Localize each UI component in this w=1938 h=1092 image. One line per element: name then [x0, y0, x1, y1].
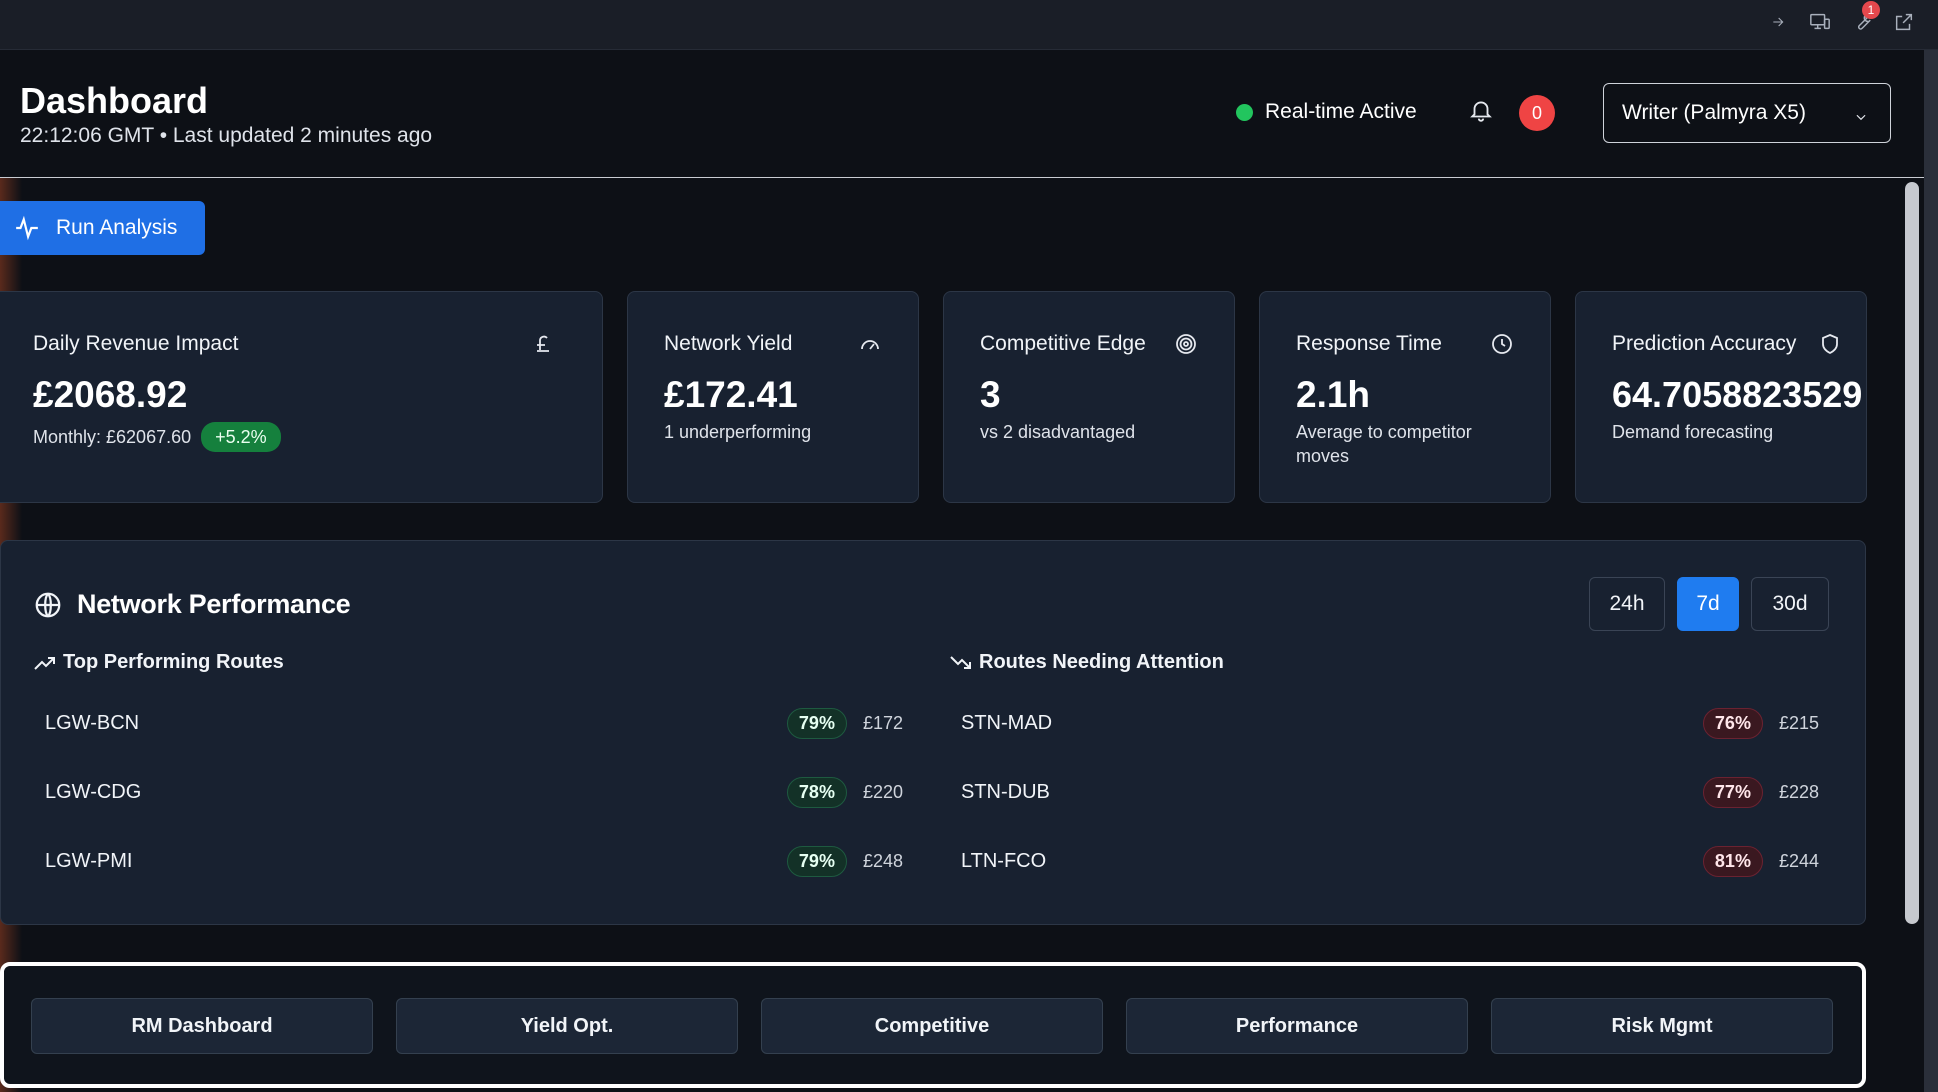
monthly-revenue-text: Monthly: £62067.60	[33, 427, 192, 447]
kpi-value: 3	[980, 374, 1001, 415]
route-code: LGW-PMI	[45, 849, 133, 872]
attention-route-row[interactable]: STN-DUB 77% £228	[949, 767, 1819, 817]
route-price: £172	[862, 712, 903, 733]
range-30d-button[interactable]: 30d	[1751, 577, 1829, 631]
top-routes-heading: Top Performing Routes	[33, 651, 284, 674]
kpi-label: Network Yield	[664, 332, 793, 355]
model-selector-value: Writer (Palmyra X5)	[1622, 101, 1806, 124]
panel-title-label: Network Performance	[77, 589, 351, 619]
kpi-card-network-yield: Network Yield £172.41 1 underperforming	[627, 291, 919, 503]
load-factor-badge: 78%	[786, 776, 847, 808]
route-metrics: 78% £220	[786, 776, 903, 808]
kpi-label: Prediction Accuracy	[1612, 332, 1797, 355]
nav-competitive-button[interactable]: Competitive	[761, 998, 1103, 1054]
kpi-label: Response Time	[1296, 332, 1442, 355]
attention-route-row[interactable]: LTN-FCO 81% £244	[949, 836, 1819, 886]
bell-icon[interactable]	[1468, 96, 1498, 130]
growth-badge: +5.2%	[201, 422, 281, 452]
notification-count-badge[interactable]: 0	[1519, 95, 1555, 131]
external-link-icon[interactable]	[1892, 10, 1916, 34]
route-metrics: 76% £215	[1702, 707, 1819, 739]
target-icon	[1174, 332, 1200, 358]
network-performance-panel: Network Performance 24h 7d 30d Top Perfo…	[0, 540, 1866, 925]
scrollbar-thumb[interactable]	[1905, 182, 1919, 924]
last-updated-text: 22:12:06 GMT • Last updated 2 minutes ag…	[20, 124, 433, 147]
route-price: £244	[1778, 850, 1819, 871]
chevron-down-icon	[1854, 106, 1868, 121]
top-route-row[interactable]: LGW-BCN 79% £172	[33, 698, 903, 748]
page-title: Dashboard	[20, 80, 209, 121]
route-code: LGW-BCN	[45, 711, 140, 734]
kpi-subtext: Average to competitor moves	[1296, 422, 1472, 466]
range-24h-button[interactable]: 24h	[1589, 577, 1665, 631]
route-code: LTN-FCO	[961, 849, 1047, 872]
route-code: STN-MAD	[961, 711, 1053, 734]
kpi-subtext: Monthly: £62067.60 +5.2%	[33, 422, 281, 452]
nav-rm-dashboard-button[interactable]: RM Dashboard	[31, 998, 373, 1054]
browser-toolbar: 1	[0, 0, 1938, 50]
load-factor-badge: 81%	[1702, 845, 1763, 877]
route-metrics: 77% £228	[1702, 776, 1819, 808]
globe-icon	[35, 592, 61, 617]
trending-down-icon	[950, 655, 971, 669]
kpi-card-response-time: Response Time 2.1h Average to competitor…	[1259, 291, 1551, 503]
nav-performance-button[interactable]: Performance	[1126, 998, 1468, 1054]
kpi-value: £2068.92	[33, 374, 188, 415]
top-route-row[interactable]: LGW-CDG 78% £220	[33, 767, 903, 817]
kpi-value: 2.1h	[1296, 374, 1371, 415]
kpi-label: Competitive Edge	[980, 332, 1146, 355]
kpi-card-daily-revenue: Daily Revenue Impact £2068.92 Monthly: £…	[0, 291, 603, 503]
kpi-subtext: vs 2 disadvantaged	[980, 422, 1136, 442]
load-factor-badge: 79%	[786, 845, 847, 877]
realtime-status: Real-time Active	[1236, 100, 1417, 124]
kpi-label: Daily Revenue Impact	[33, 332, 239, 355]
devices-icon[interactable]	[1808, 10, 1832, 34]
pound-icon	[531, 332, 557, 358]
window-edge	[1924, 50, 1938, 1092]
route-code: STN-DUB	[961, 780, 1050, 803]
route-metrics: 81% £244	[1702, 845, 1819, 877]
shield-icon	[1818, 332, 1844, 358]
range-7d-button[interactable]: 7d	[1677, 577, 1739, 631]
run-analysis-label: Run Analysis	[56, 216, 178, 239]
extension-badge: 1	[1862, 1, 1880, 19]
forward-arrow-icon[interactable]	[1766, 10, 1790, 34]
kpi-subtext: Demand forecasting	[1612, 422, 1774, 442]
route-price: £215	[1778, 712, 1819, 733]
top-route-row[interactable]: LGW-PMI 79% £248	[33, 836, 903, 886]
model-selector[interactable]: Writer (Palmyra X5)	[1603, 83, 1891, 143]
dashboard-header: Dashboard 22:12:06 GMT • Last updated 2 …	[0, 50, 1924, 178]
route-price: £228	[1778, 781, 1819, 802]
route-price: £248	[862, 850, 903, 871]
section-nav: RM Dashboard Yield Opt. Competitive Perf…	[0, 962, 1866, 1088]
activity-icon	[16, 215, 38, 241]
attention-route-row[interactable]: STN-MAD 76% £215	[949, 698, 1819, 748]
clock-icon	[1490, 332, 1516, 358]
nav-yield-opt-button[interactable]: Yield Opt.	[396, 998, 738, 1054]
route-price: £220	[862, 781, 903, 802]
route-metrics: 79% £172	[786, 707, 903, 739]
route-code: LGW-CDG	[45, 780, 142, 803]
kpi-card-competitive-edge: Competitive Edge 3 vs 2 disadvantaged	[943, 291, 1235, 503]
route-metrics: 79% £248	[786, 845, 903, 877]
wrench-icon[interactable]: 1	[1850, 1, 1880, 34]
range-selector: 24h 7d 30d	[1589, 577, 1829, 631]
panel-title: Network Performance	[33, 589, 351, 620]
realtime-status-label: Real-time Active	[1265, 100, 1417, 123]
run-analysis-button[interactable]: Run Analysis	[0, 201, 205, 255]
load-factor-badge: 77%	[1702, 776, 1763, 808]
gauge-icon	[858, 332, 884, 358]
live-status-dot	[1236, 103, 1253, 121]
attention-routes-heading-label: Routes Needing Attention	[979, 651, 1224, 673]
kpi-card-prediction-accuracy: Prediction Accuracy 64.7058823529 Demand…	[1575, 291, 1867, 503]
kpi-value: 64.7058823529	[1612, 374, 1863, 415]
attention-routes-heading: Routes Needing Attention	[949, 651, 1224, 674]
top-routes-heading-label: Top Performing Routes	[63, 651, 284, 673]
kpi-subtext: 1 underperforming	[664, 422, 812, 442]
kpi-value: £172.41	[664, 374, 798, 415]
load-factor-badge: 79%	[786, 707, 847, 739]
nav-risk-mgmt-button[interactable]: Risk Mgmt	[1491, 998, 1833, 1054]
load-factor-badge: 76%	[1702, 707, 1763, 739]
trending-up-icon	[34, 656, 55, 670]
